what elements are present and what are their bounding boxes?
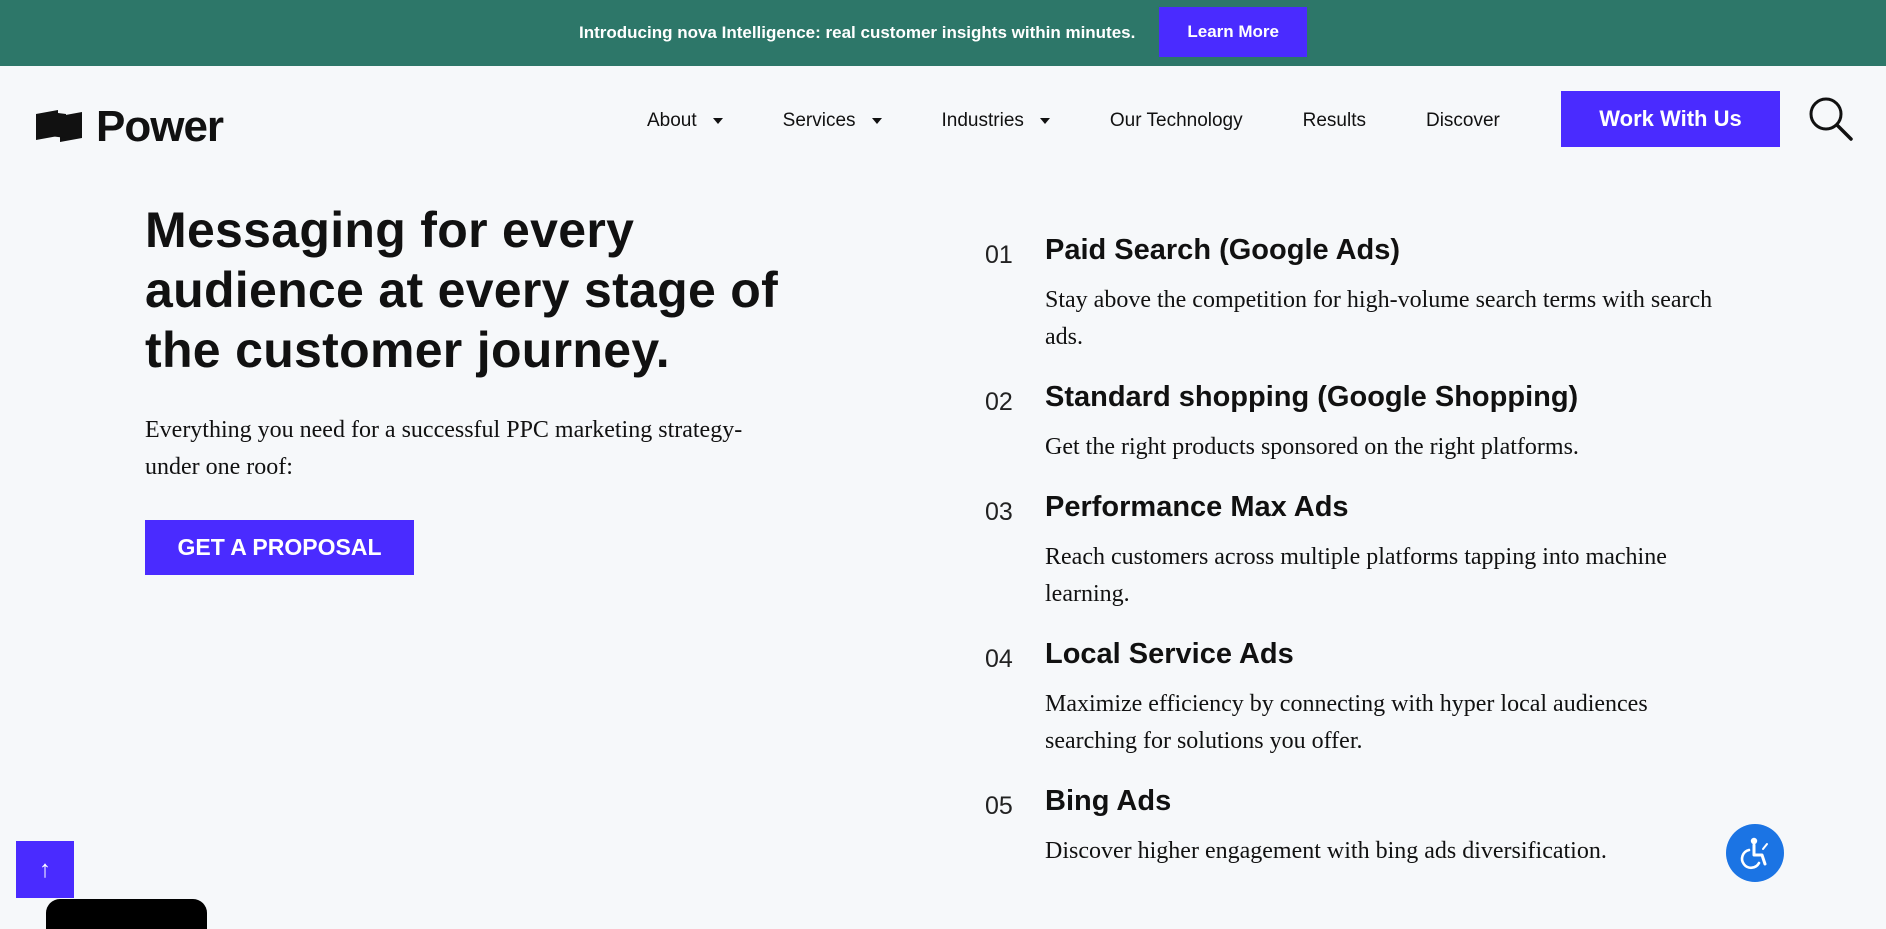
service-description: Maximize efficiency by connecting with h… [1045,691,1648,754]
nav-item-industries[interactable]: Industries [942,110,1050,132]
chevron-down-icon [871,118,882,124]
announcement-bar: Introducing nova Intelligence: real cust… [0,0,1886,66]
service-number: 01 [985,241,1013,269]
nav-item-about[interactable]: About [647,110,723,132]
site-header: Power About Services Industries Our Tech… [0,66,1886,182]
work-with-us-button[interactable]: Work With Us [1561,91,1780,147]
service-number: 05 [985,792,1013,820]
chevron-down-icon [1039,118,1050,124]
chevron-down-icon [712,118,723,124]
hero-subtitle: Everything you need for a successful PPC… [145,417,743,480]
nav-item-our-technology[interactable]: Our Technology [1110,110,1243,132]
flag-logo-icon [36,110,82,144]
nav-item-label: Services [782,110,856,131]
main-nav: About Services Industries Our Technology… [647,110,1560,132]
service-title: Standard shopping (Google Shopping) [1045,381,1579,413]
learn-more-button[interactable]: Learn More [1159,7,1307,57]
nav-item-label: About [647,110,697,131]
arrow-up-icon: ↑ [39,855,51,883]
service-number: 02 [985,388,1013,416]
nav-item-label: Our Technology [1109,110,1243,131]
nav-item-discover[interactable]: Discover [1426,110,1500,132]
logo-text: Power [96,102,224,151]
list-item: 02 Standard shopping (Google Shopping) G… [985,379,1745,466]
service-number: 04 [985,645,1013,673]
chat-widget-tab[interactable] [46,899,207,929]
scroll-to-top-button[interactable]: ↑ [16,841,74,898]
nav-item-services[interactable]: Services [783,110,882,132]
services-list: 01 Paid Search (Google Ads) Stay above t… [985,232,1745,893]
list-item: 04 Local Service Ads Maximize efficiency… [985,636,1745,760]
nav-item-label: Industries [941,110,1024,131]
logo[interactable]: Power [36,102,224,152]
service-title: Paid Search (Google Ads) [1045,234,1401,266]
service-description: Get the right products sponsored on the … [1045,434,1579,460]
get-a-proposal-button[interactable]: GET A PROPOSAL [145,520,414,575]
search-icon [1809,97,1853,141]
hero-section: Messaging for every audience at every st… [145,200,785,575]
search-button[interactable] [1806,94,1854,142]
list-item: 05 Bing Ads Discover higher engagement w… [985,783,1745,870]
service-title: Performance Max Ads [1045,491,1349,523]
service-description: Reach customers across multiple platform… [1045,544,1667,607]
list-item: 01 Paid Search (Google Ads) Stay above t… [985,232,1745,356]
service-description: Discover higher engagement with bing ads… [1045,838,1607,864]
accessibility-button[interactable] [1726,824,1784,882]
nav-item-label: Results [1302,110,1366,131]
list-item: 03 Performance Max Ads Reach customers a… [985,489,1745,613]
service-title: Local Service Ads [1045,638,1294,670]
hero-title: Messaging for every audience at every st… [145,202,779,378]
accessibility-icon [1740,837,1768,870]
service-description: Stay above the competition for high-volu… [1045,287,1713,350]
service-number: 03 [985,498,1013,526]
service-title: Bing Ads [1045,785,1172,817]
announcement-text: Introducing nova Intelligence: real cust… [579,23,1136,42]
nav-item-label: Discover [1425,110,1500,131]
nav-item-results[interactable]: Results [1303,110,1366,132]
